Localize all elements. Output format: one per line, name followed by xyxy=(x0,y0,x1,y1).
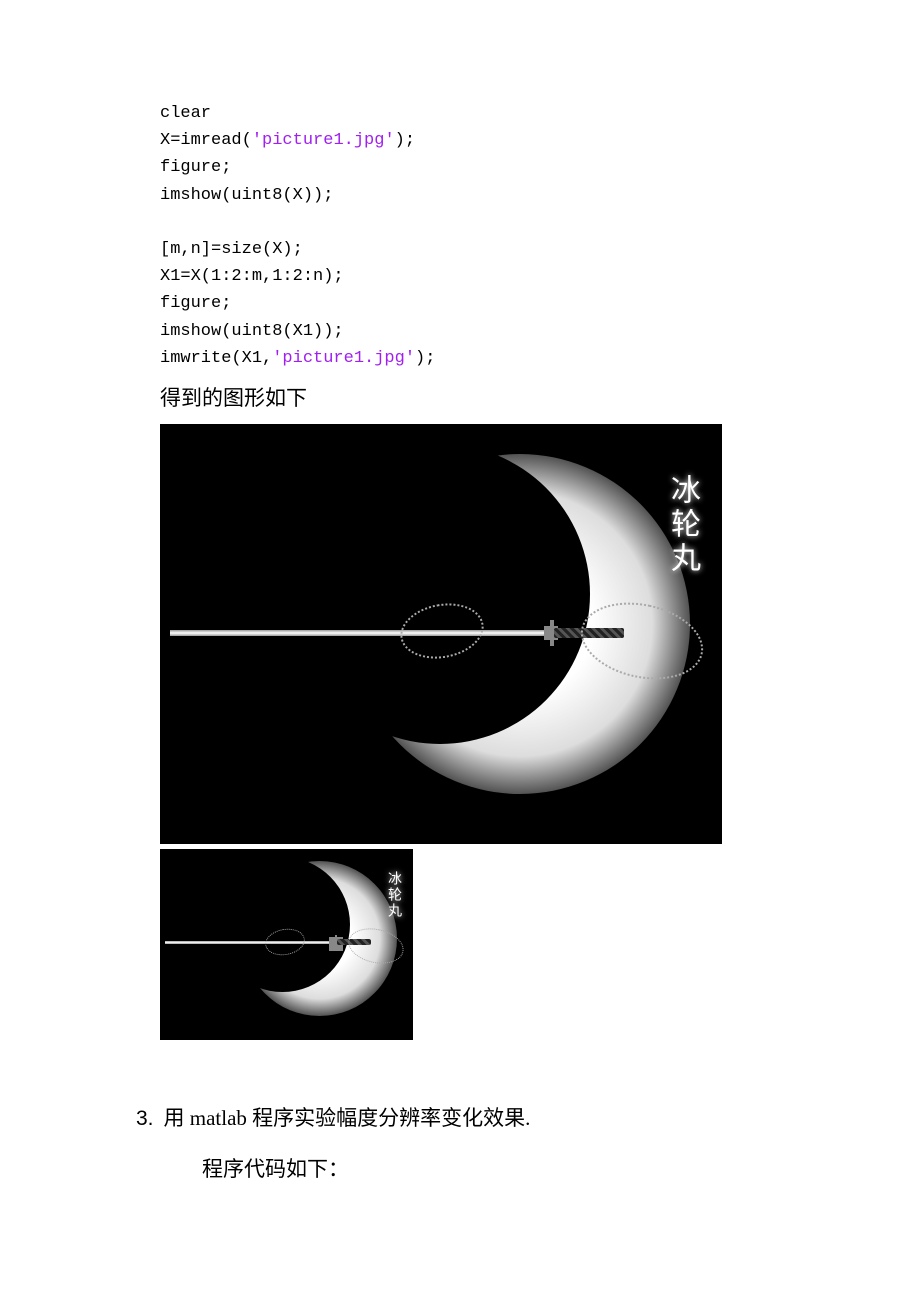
sword-blade xyxy=(170,630,550,636)
code-line: imshow(uint8(X)); xyxy=(160,186,333,205)
question-number: 3. xyxy=(136,1100,154,1138)
code-line: X=imread('picture1.jpg'); xyxy=(160,131,415,150)
code-line: imshow(uint8(X1)); xyxy=(160,322,344,341)
code-line: figure; xyxy=(160,294,231,313)
question-text: 用 matlab 程序实验幅度分辨率变化效果. xyxy=(164,1100,531,1138)
code-line: imwrite(X1,'picture1.jpg'); xyxy=(160,349,435,368)
moon-cut-small xyxy=(215,857,350,992)
code-block: clear X=imread('picture1.jpg'); figure; … xyxy=(160,100,780,372)
question-3-sub: 程序代码如下： xyxy=(160,1151,780,1189)
code-line: clear xyxy=(160,104,211,123)
signature-large: 冰轮丸 xyxy=(660,474,704,576)
code-line: figure; xyxy=(160,158,231,177)
question-3-line: 3. 用 matlab 程序实验幅度分辨率变化效果. xyxy=(160,1100,780,1138)
signature-small: 冰轮丸 xyxy=(383,871,403,919)
code-line: [m,n]=size(X); xyxy=(160,240,303,259)
result-caption: 得到的图形如下 xyxy=(160,380,780,418)
section-3: 3. 用 matlab 程序实验幅度分辨率变化效果. 程序代码如下： xyxy=(160,1100,780,1190)
figures-container: 冰轮丸 冰轮丸 xyxy=(160,424,780,1040)
code-line: X1=X(1:2:m,1:2:n); xyxy=(160,267,344,286)
sword-blade-small xyxy=(165,941,335,944)
moon-cut xyxy=(290,444,590,744)
figure-large: 冰轮丸 xyxy=(160,424,722,844)
figure-small: 冰轮丸 xyxy=(160,849,413,1040)
